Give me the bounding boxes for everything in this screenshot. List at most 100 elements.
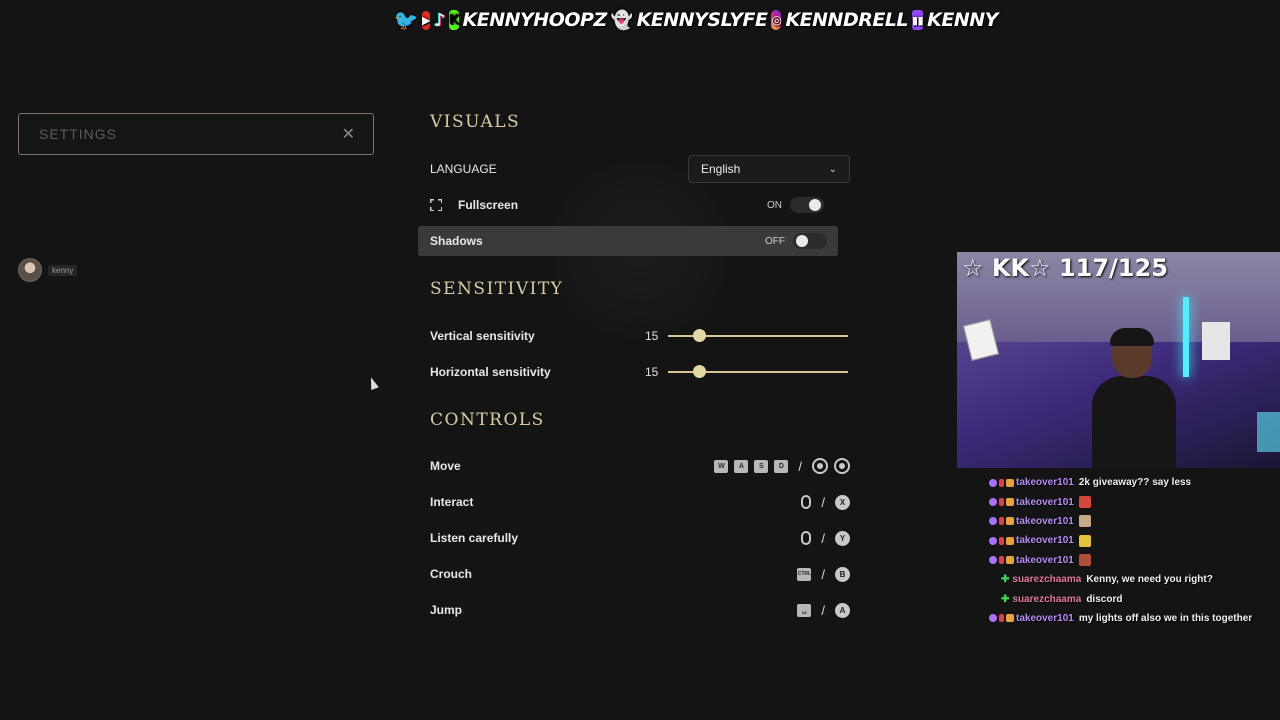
tiktok-icon: ♪: [433, 9, 446, 31]
chat-username[interactable]: takeover101: [1016, 477, 1074, 488]
chat-badge-icon: [999, 614, 1004, 623]
avatar: [18, 258, 42, 282]
banner-handle-snapchat: KENNYSLYFE: [636, 9, 768, 31]
webcam-desk-light: [1257, 412, 1280, 452]
chat-badge-icon: [1006, 517, 1014, 526]
binding-separator: /: [821, 602, 825, 618]
user-chip[interactable]: kenny: [18, 258, 78, 282]
left-stick-icon: [812, 458, 828, 474]
chat-message: takeover101: [989, 512, 1280, 531]
key-d: D: [774, 459, 789, 473]
chat-badge-icon: [999, 556, 1004, 565]
shadows-label: Shadows: [430, 234, 483, 248]
chat-badge-icon: [989, 536, 997, 545]
settings-search-box[interactable]: ✕: [18, 113, 374, 155]
instagram-icon: ◎: [771, 10, 782, 30]
control-row-move[interactable]: Move W A S D /: [418, 451, 850, 481]
listen-label: Listen carefully: [430, 531, 519, 545]
gamepad-a-button-icon: A: [835, 602, 850, 618]
stream-chat: takeover101 2k giveaway?? say less takeove…: [989, 473, 1280, 628]
gamepad-x-button-icon: X: [835, 494, 850, 510]
social-banner: 🐦 ▶ ♪ K KENNYHOOPZ 👻 KENNYSLYFE ◎ KENNDR…: [394, 4, 999, 36]
vertical-sensitivity-label: Vertical sensitivity: [430, 329, 535, 343]
chat-username[interactable]: takeover101: [1016, 497, 1074, 508]
mouse-left-click-icon: [801, 495, 812, 509]
control-row-listen[interactable]: Listen carefully / Y: [418, 523, 850, 553]
chat-badge-icon: [989, 556, 997, 565]
horizontal-sensitivity-slider[interactable]: [668, 365, 848, 378]
jump-label: Jump: [430, 603, 463, 617]
webcam-light: [1183, 297, 1189, 377]
chat-username[interactable]: takeover101: [1016, 555, 1074, 566]
language-select[interactable]: English ⌄: [688, 155, 850, 183]
chat-emote-icon: [1078, 534, 1091, 547]
chat-username[interactable]: suarezchaama: [1012, 574, 1081, 585]
chat-badge-icon: [1006, 556, 1014, 565]
interact-binding: / X: [801, 494, 850, 510]
chat-badge-icon: [999, 498, 1004, 507]
gamepad-y-button-icon: Y: [835, 530, 850, 546]
key-s: S: [754, 459, 769, 473]
move-binding: W A S D /: [714, 458, 850, 474]
chat-message: takeover101 2k giveaway?? say less: [989, 473, 1280, 492]
chat-username[interactable]: takeover101: [1016, 516, 1074, 527]
streamer-webcam: [957, 252, 1280, 468]
chat-badge-icon: ✚: [1001, 593, 1010, 605]
interact-label: Interact: [430, 495, 474, 509]
shadows-toggle[interactable]: [793, 233, 827, 249]
control-row-interact[interactable]: Interact / X: [418, 487, 850, 517]
vertical-sensitivity-value: 15: [645, 329, 659, 343]
chat-badge-icon: [989, 478, 997, 487]
shadows-row[interactable]: Shadows OFF: [418, 226, 838, 256]
slider-thumb[interactable]: [692, 329, 706, 342]
fullscreen-toggle-group: ON: [767, 197, 824, 213]
crouch-binding: CTRL / B: [797, 566, 850, 582]
right-stick-icon: [834, 458, 850, 474]
chat-badge-icon: [999, 517, 1004, 526]
chat-badge-icon: [1006, 498, 1014, 507]
language-row: LANGUAGE English ⌄: [418, 154, 850, 184]
chat-text: discord: [1086, 593, 1123, 605]
slider-thumb[interactable]: [692, 365, 706, 378]
key-ctrl: CTRL: [797, 567, 812, 581]
toggle-knob: [809, 199, 821, 211]
control-row-jump[interactable]: Jump ␣ / A: [418, 595, 850, 625]
vertical-sensitivity-slider[interactable]: [668, 329, 848, 342]
control-row-crouch[interactable]: Crouch CTRL / B: [418, 559, 850, 589]
webcam-streamer: [1092, 328, 1176, 468]
chat-emote-icon: [1078, 554, 1091, 567]
binding-separator: /: [821, 566, 825, 582]
section-title-sensitivity: SENSITIVITY: [430, 279, 564, 299]
chat-text: Kenny, we need you right?: [1086, 574, 1213, 586]
streamer-hat: [1110, 328, 1154, 346]
chat-username[interactable]: takeover101: [1016, 535, 1074, 546]
section-title-controls: CONTROLS: [430, 410, 545, 430]
fullscreen-toggle[interactable]: [790, 197, 824, 213]
settings-search-input[interactable]: [37, 125, 342, 143]
listen-binding: / Y: [801, 530, 850, 546]
gamepad-b-button-icon: B: [835, 566, 850, 582]
key-a: A: [734, 459, 749, 473]
toggle-knob: [796, 235, 808, 247]
chat-username[interactable]: takeover101: [1016, 613, 1074, 624]
mouse-cursor-icon: [367, 375, 379, 391]
key-space: ␣: [797, 603, 812, 617]
chat-message: takeover101: [989, 492, 1280, 511]
close-icon[interactable]: ✕: [342, 124, 355, 144]
chat-emote-icon: [1078, 496, 1091, 509]
chat-badge-icon: [1006, 614, 1014, 623]
fullscreen-row[interactable]: Fullscreen ON: [418, 190, 850, 220]
chevron-down-icon: ⌄: [828, 163, 837, 175]
stream-goal-overlay: ☆ KK☆ 117/125: [962, 254, 1168, 282]
binding-separator: /: [821, 530, 825, 546]
chat-username[interactable]: suarezchaama: [1012, 594, 1081, 605]
chat-badge-icon: [999, 478, 1004, 487]
chat-message: ✚ suarezchaama Kenny, we need you right?: [989, 570, 1280, 589]
chat-text: 2k giveaway?? say less: [1078, 477, 1192, 489]
user-name: kenny: [48, 264, 78, 276]
chat-badge-icon: [999, 536, 1004, 545]
youtube-icon: ▶: [422, 10, 430, 30]
move-label: Move: [430, 459, 461, 473]
chat-message: ✚ suarezchaama discord: [989, 589, 1280, 608]
jump-binding: ␣ / A: [797, 602, 850, 618]
